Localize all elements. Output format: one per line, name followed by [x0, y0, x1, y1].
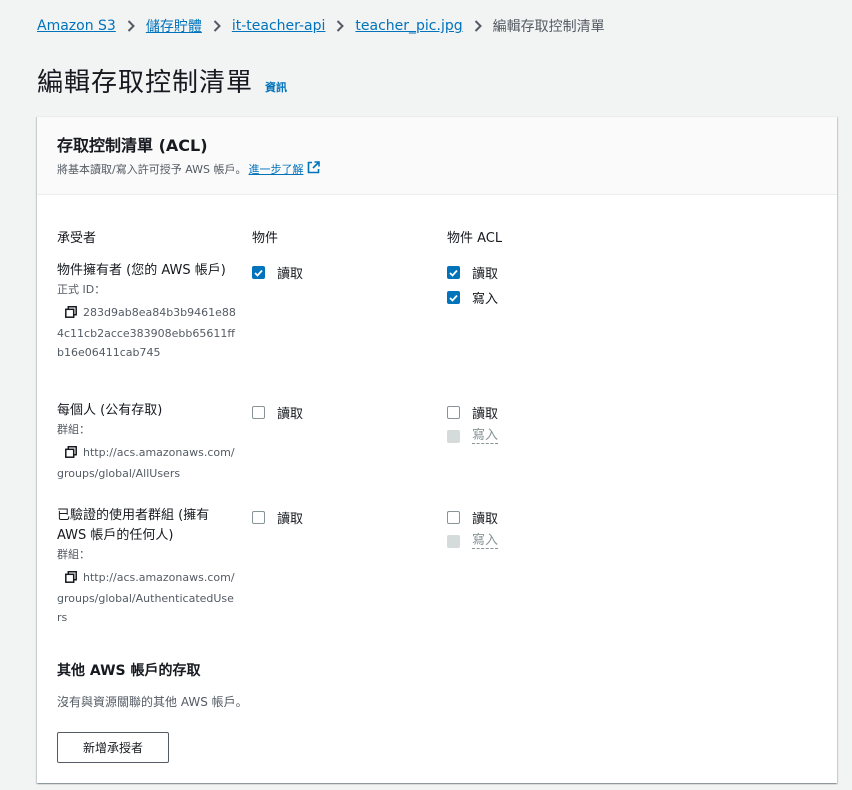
- checkbox-unchecked[interactable]: [252, 406, 265, 419]
- breadcrumb-object-name[interactable]: teacher_pic.jpg: [355, 18, 462, 34]
- checkbox-disabled: [447, 429, 460, 443]
- copy-icon[interactable]: [65, 570, 77, 589]
- checkbox-label-disabled: 寫入: [472, 533, 499, 549]
- checkbox-objects-read-authenticated[interactable]: 讀取: [252, 508, 303, 527]
- breadcrumb-buckets[interactable]: 儲存貯體: [146, 16, 202, 36]
- grantee-name: 已驗證的使用者群組 (擁有 AWS 帳戶的任何人): [57, 508, 210, 543]
- grantee-name: 每個人 (公有存取): [57, 403, 163, 418]
- grantee-name: 物件擁有者 (您的 AWS 帳戶): [57, 263, 226, 278]
- grantee-everyone: 每個人 (公有存取) 群組： http://acs.amazonaws.com/…: [57, 401, 237, 483]
- page-header: 編輯存取控制清單 資訊: [37, 62, 287, 99]
- grantee-id: http://acs.amazonaws.com/groups/global/A…: [57, 443, 237, 483]
- breadcrumb-current: 編輯存取控制清單: [492, 19, 605, 35]
- grantee-id-value: http://acs.amazonaws.com/groups/global/A…: [57, 571, 235, 624]
- chevron-right-icon: [463, 18, 493, 34]
- acl-description: 將基本讀取/寫入許可授予 AWS 帳戶。 進一步了解: [57, 161, 817, 177]
- checkbox-acl-write-authenticated: 寫入: [447, 533, 499, 549]
- checkbox-label: 讀取: [277, 407, 304, 422]
- grantee-sub-label: 正式 ID：: [57, 283, 106, 296]
- checkbox-unchecked[interactable]: [447, 406, 460, 419]
- external-link-icon[interactable]: [307, 161, 321, 177]
- checkbox-unchecked[interactable]: [447, 511, 460, 524]
- grantee-id-value: http://acs.amazonaws.com/groups/global/A…: [57, 446, 235, 480]
- checkbox-label-disabled: 寫入: [472, 428, 499, 444]
- grantee-id: 283d9ab8ea84b3b9461e884c11cb2acce383908e…: [57, 303, 237, 362]
- breadcrumb-bucket-name[interactable]: it-teacher-api: [232, 18, 326, 34]
- checkbox-label: 寫入: [472, 292, 499, 307]
- copy-icon[interactable]: [65, 445, 77, 464]
- checkbox-checked[interactable]: [447, 266, 460, 279]
- chevron-right-icon: [116, 18, 146, 34]
- breadcrumb: Amazon S3 儲存貯體 it-teacher-api teacher_pi…: [37, 16, 605, 36]
- checkbox-acl-read-owner[interactable]: 讀取: [447, 263, 498, 282]
- checkbox-label: 讀取: [472, 512, 499, 527]
- other-accounts-description: 沒有與資源關聯的其他 AWS 帳戶。: [57, 695, 248, 709]
- checkbox-label: 讀取: [472, 267, 499, 282]
- checkbox-checked[interactable]: [252, 266, 265, 279]
- acl-container-header: 存取控制清單 (ACL) 將基本讀取/寫入許可授予 AWS 帳戶。 進一步了解: [37, 117, 837, 195]
- grantee-authenticated-users: 已驗證的使用者群組 (擁有 AWS 帳戶的任何人) 群組： http://acs…: [57, 506, 237, 627]
- column-header-grantee: 承受者: [57, 231, 97, 246]
- checkbox-objects-read-owner[interactable]: 讀取: [252, 263, 303, 282]
- add-grantee-button[interactable]: 新增承授者: [57, 732, 169, 763]
- checkbox-objects-read-everyone[interactable]: 讀取: [252, 403, 303, 422]
- checkbox-label: 讀取: [277, 267, 304, 282]
- acl-title: 存取控制清單 (ACL): [57, 136, 208, 155]
- acl-description-text: 將基本讀取/寫入許可授予 AWS 帳戶。: [57, 163, 247, 176]
- grantee-sub-label: 群組：: [57, 548, 90, 561]
- chevron-right-icon: [325, 18, 355, 34]
- other-accounts-title: 其他 AWS 帳戶的存取: [57, 663, 201, 679]
- checkbox-unchecked[interactable]: [252, 511, 265, 524]
- breadcrumb-amazon-s3[interactable]: Amazon S3: [37, 18, 116, 34]
- grantee-id: http://acs.amazonaws.com/groups/global/A…: [57, 568, 237, 627]
- checkbox-disabled: [447, 534, 460, 548]
- copy-icon[interactable]: [65, 305, 77, 324]
- checkbox-acl-write-everyone: 寫入: [447, 428, 499, 444]
- learn-more-link[interactable]: 進一步了解: [248, 161, 303, 177]
- checkbox-acl-write-owner[interactable]: 寫入: [447, 288, 498, 307]
- grantee-object-owner: 物件擁有者 (您的 AWS 帳戶) 正式 ID： 283d9ab8ea84b3b…: [57, 261, 237, 362]
- checkbox-label: 讀取: [277, 512, 304, 527]
- column-header-object-acl: 物件 ACL: [447, 231, 503, 246]
- column-header-objects: 物件: [252, 231, 279, 246]
- page-title: 編輯存取控制清單: [37, 68, 254, 98]
- chevron-right-icon: [202, 18, 232, 34]
- info-link[interactable]: 資訊: [265, 79, 287, 95]
- checkbox-label: 讀取: [472, 407, 499, 422]
- checkbox-acl-read-everyone[interactable]: 讀取: [447, 403, 498, 422]
- checkbox-checked[interactable]: [447, 291, 460, 304]
- grantee-sub-label: 群組：: [57, 423, 90, 436]
- checkbox-acl-read-authenticated[interactable]: 讀取: [447, 508, 498, 527]
- acl-container: 存取控制清單 (ACL) 將基本讀取/寫入許可授予 AWS 帳戶。 進一步了解 …: [37, 116, 837, 783]
- grantee-id-value: 283d9ab8ea84b3b9461e884c11cb2acce383908e…: [57, 306, 236, 359]
